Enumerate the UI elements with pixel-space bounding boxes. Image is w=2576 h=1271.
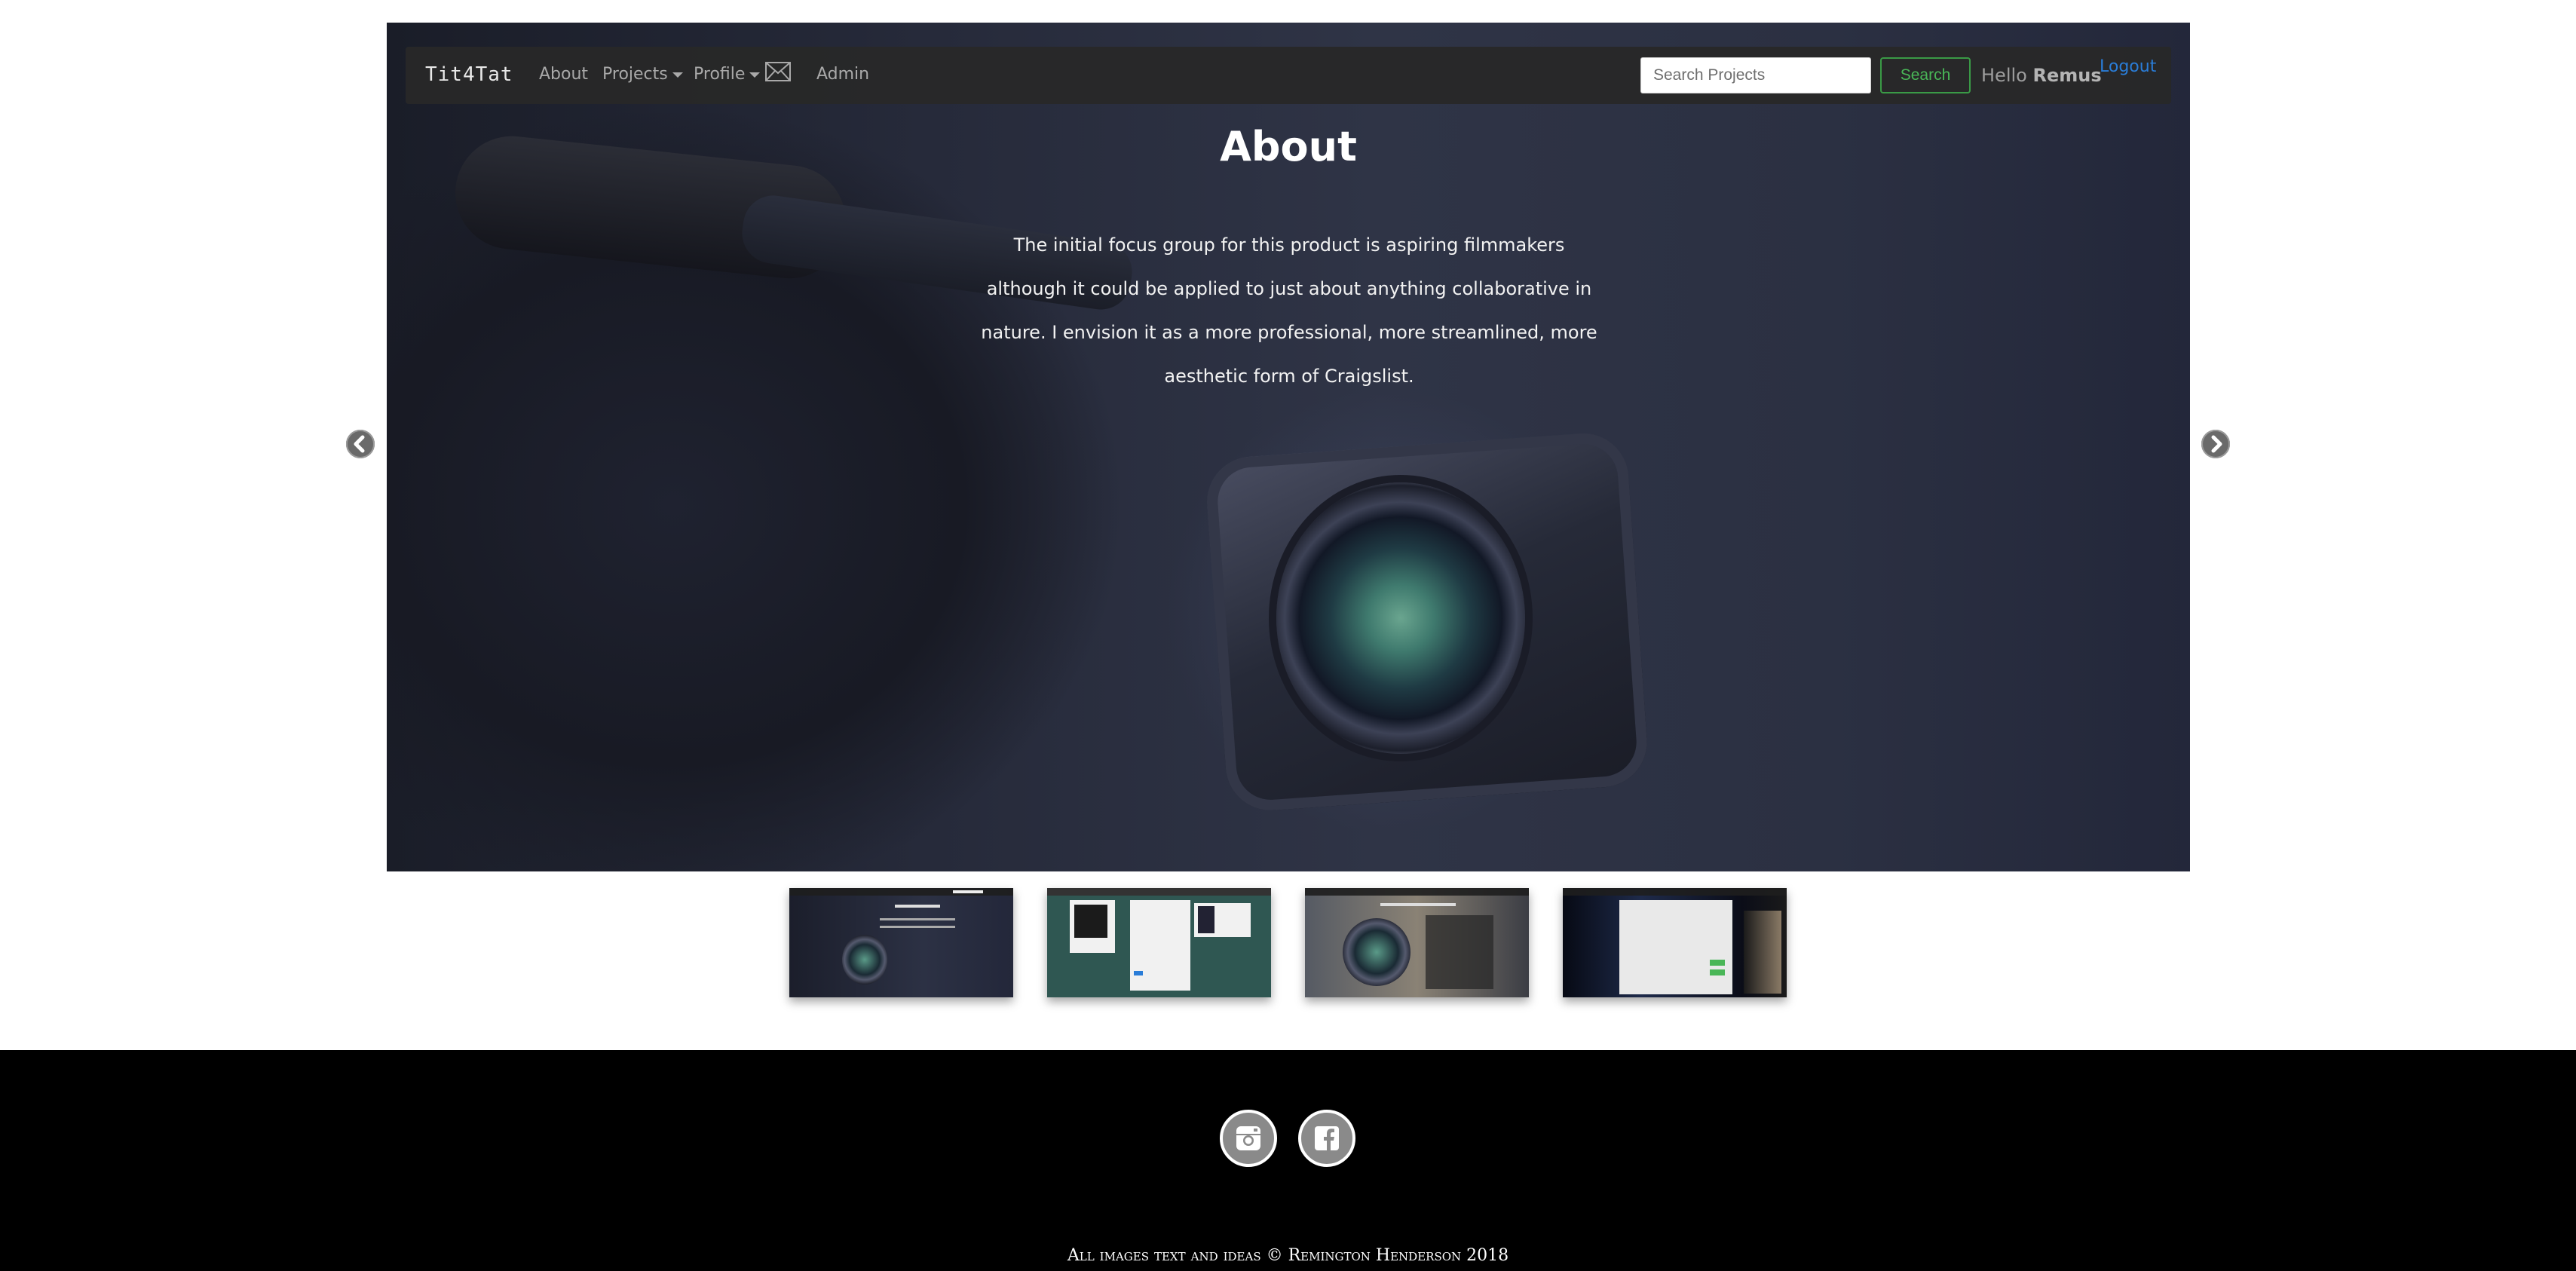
thumbnail-search [953,890,983,893]
nav-projects-label: Projects [602,65,668,84]
chevron-left-circle-icon [346,430,375,458]
thumbnail-hand-image [1744,911,1781,994]
logout-link[interactable]: Logout [2100,57,2156,76]
thumbnail-lens-image [1343,918,1411,986]
thumbnail-button [1710,960,1725,966]
search-input[interactable] [1640,57,1871,93]
facebook-link[interactable] [1298,1110,1355,1167]
thumbnail-poster [1198,906,1214,933]
carousel-next-button[interactable] [2201,430,2230,458]
thumbnail-lens-image [842,935,887,985]
thumbnail-form [1619,900,1732,994]
thumbnail-navbar [1047,888,1271,896]
brand-logo[interactable]: Tit4Tat [425,63,513,86]
nav-admin[interactable]: Admin [816,65,869,84]
navbar: Tit4Tat About Projects Profile Admin Sea… [406,47,2171,104]
thumbnail-button [1134,971,1143,975]
nav-about[interactable]: About [539,65,588,84]
instagram-icon [1236,1126,1260,1150]
hero-image-lens [1276,482,1525,754]
thumbnail-button [1710,969,1725,975]
footer [0,1050,2576,1271]
thumbnail-navbar [1305,888,1529,896]
slide-title: About [1220,123,1357,170]
caret-down-icon [672,72,683,78]
caret-down-icon [749,72,761,78]
thumbnail-title-line [1380,903,1456,906]
user-greeting: Hello Remus [1981,65,2102,86]
thumbnail-panel [1426,915,1493,989]
thumbnail-text-line [880,926,955,928]
search-button[interactable]: Search [1880,57,1971,93]
thumbnail-title-line [895,905,940,908]
carousel-thumbnail-4[interactable] [1563,888,1787,997]
envelope-icon[interactable] [765,62,791,81]
carousel-thumbnail-3[interactable] [1305,888,1529,997]
nav-projects-dropdown[interactable]: Projects [602,65,683,84]
carousel-thumbnail-1[interactable] [789,888,1013,997]
nav-profile-dropdown[interactable]: Profile [694,65,761,84]
instagram-link[interactable] [1220,1110,1277,1167]
carousel-thumbnail-2[interactable] [1047,888,1271,997]
username: Remus [2032,65,2102,86]
carousel-prev-button[interactable] [346,430,375,458]
thumbnail-navbar [789,888,1013,896]
facebook-icon [1315,1126,1339,1150]
slide-description: The initial focus group for this product… [981,234,1597,387]
thumbnail-text-line [880,918,955,920]
thumbnail-form [1130,900,1190,991]
chevron-right-circle-icon [2201,430,2230,458]
thumbnail-navbar [1563,888,1787,896]
thumbnail-portrait [1074,905,1107,938]
greeting-text: Hello [1981,65,2027,86]
nav-profile-label: Profile [694,65,746,84]
copyright-text: All images text and ideas © Remington He… [1067,1246,1509,1265]
